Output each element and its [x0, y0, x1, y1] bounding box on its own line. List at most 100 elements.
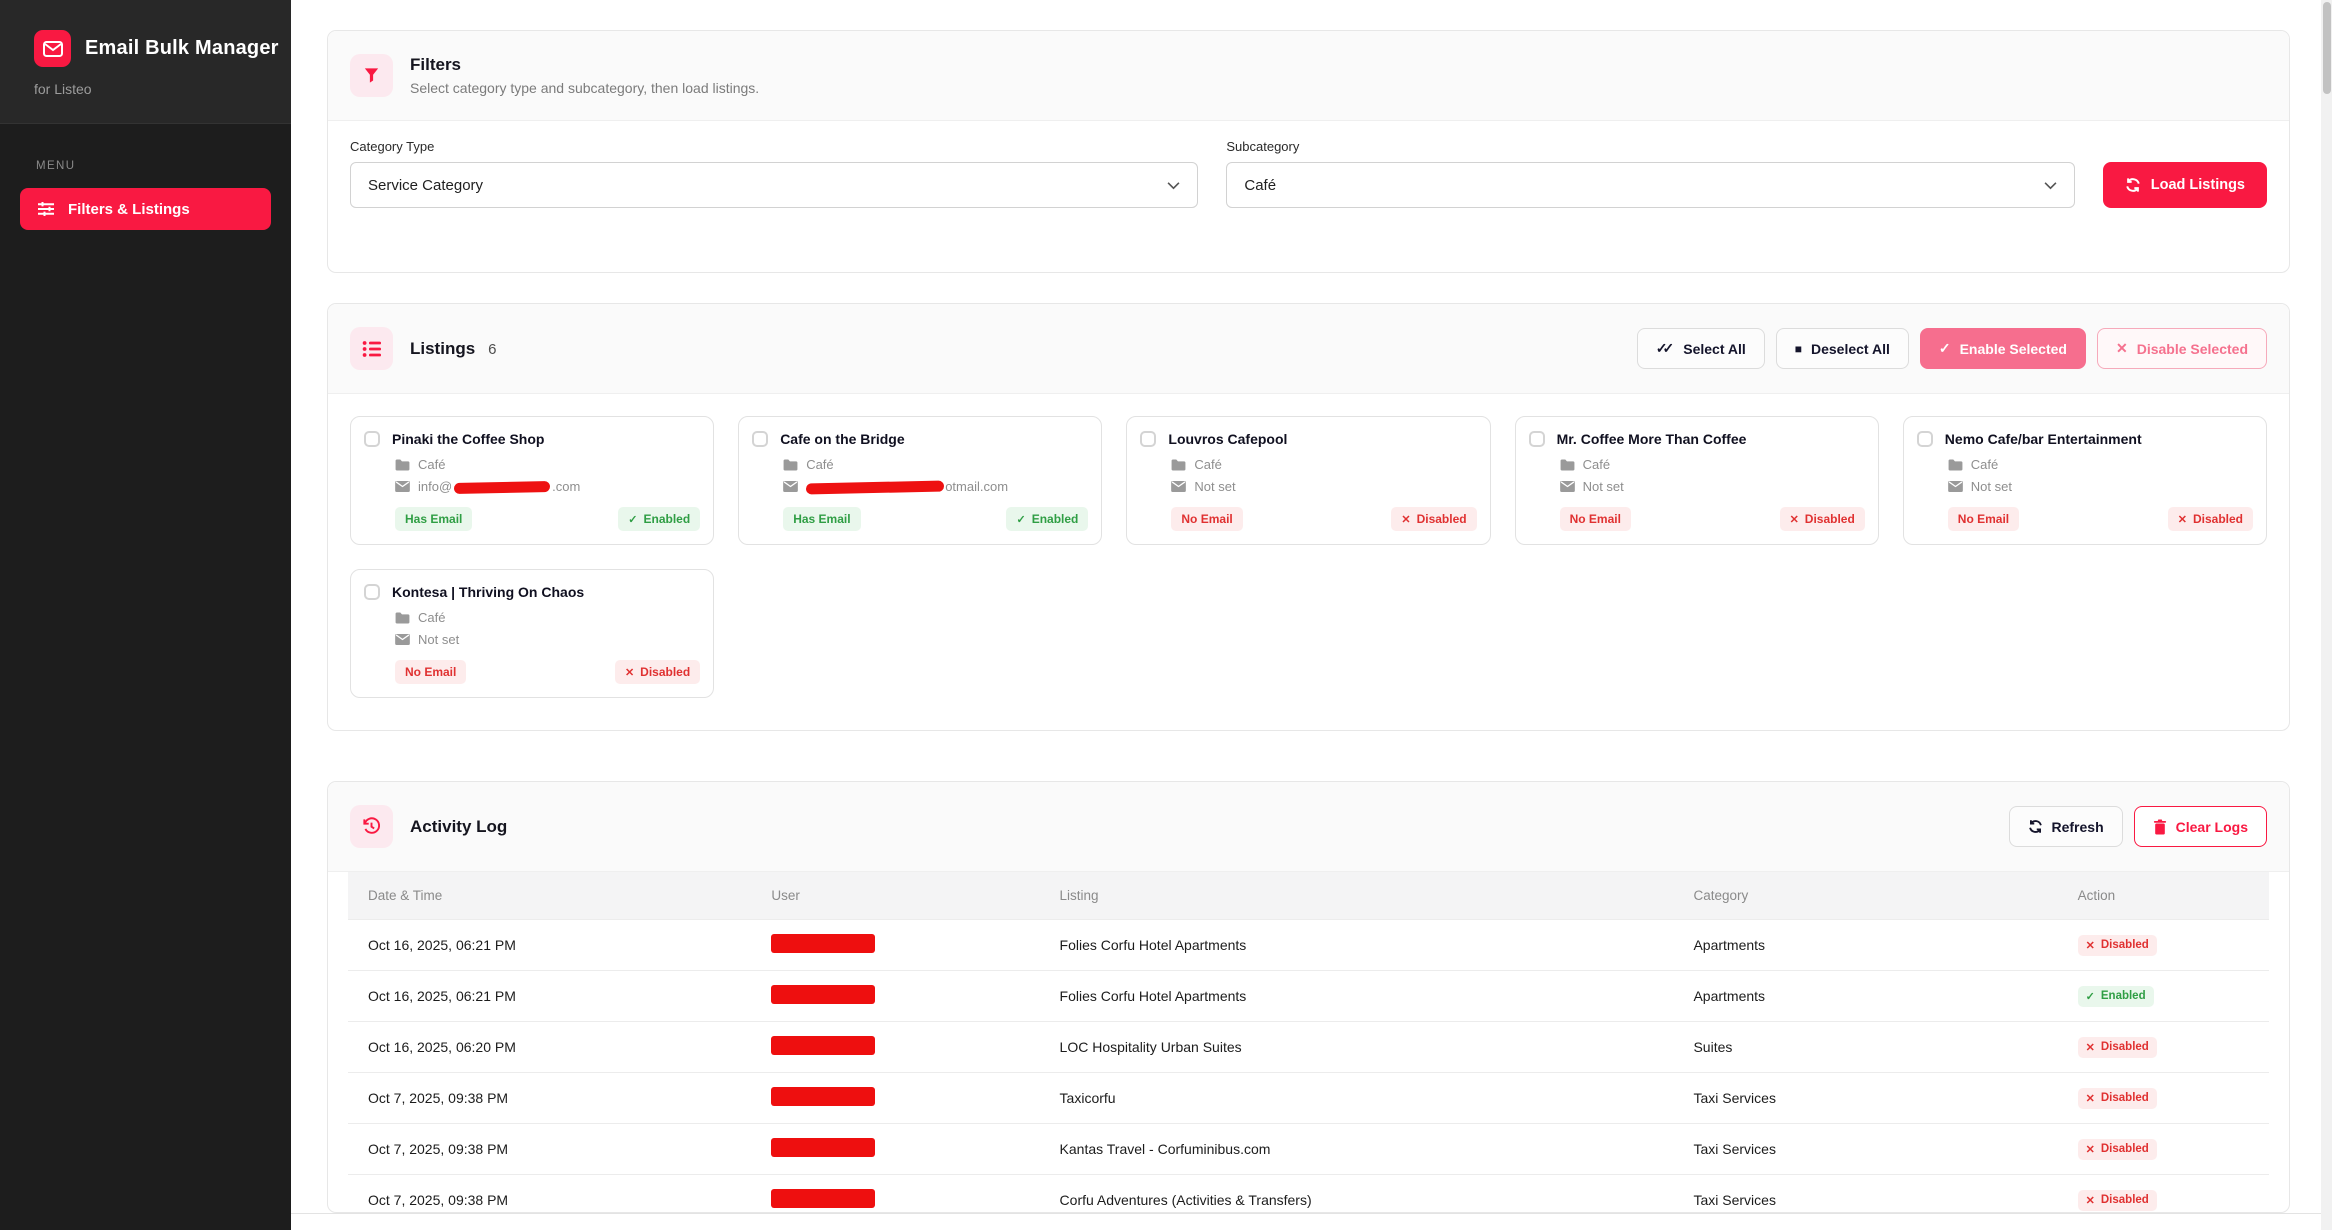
listings-title: Listings	[410, 339, 475, 359]
listing-checkbox[interactable]	[364, 584, 380, 600]
refresh-button[interactable]: Refresh	[2009, 806, 2123, 847]
action-badge: ✕Disabled	[2078, 1139, 2157, 1160]
disabled-status-badge: ✕Disabled	[2168, 507, 2253, 531]
chevron-down-icon	[1167, 181, 1180, 190]
listing-checkbox[interactable]	[364, 431, 380, 447]
envelope-icon	[1171, 481, 1186, 492]
listing-name: Kontesa | Thriving On Chaos	[392, 583, 584, 601]
table-row: Oct 16, 2025, 06:21 PM Folies Corfu Hote…	[348, 971, 2269, 1022]
app-logo	[34, 30, 71, 67]
category-type-value: Service Category	[368, 177, 483, 194]
x-icon: ✕	[2116, 340, 2128, 357]
check-icon: ✓	[628, 513, 637, 526]
email-status-badge: No Email	[1171, 507, 1242, 531]
email-status-badge: No Email	[1560, 507, 1631, 531]
x-icon: ✕	[2086, 939, 2095, 952]
listing-card: Mr. Coffee More Than Coffee Café Not set…	[1515, 416, 1879, 545]
log-listing: LOC Hospitality Urban Suites	[1040, 1022, 1674, 1073]
check-icon: ✓	[1016, 513, 1025, 526]
log-datetime: Oct 7, 2025, 09:38 PM	[348, 1073, 751, 1124]
log-listing: Folies Corfu Hotel Apartments	[1040, 971, 1674, 1022]
redacted-user	[771, 1087, 875, 1106]
email-status-badge: No Email	[1948, 507, 2019, 531]
square-icon: ■	[1795, 342, 1802, 356]
email-status-badge: Has Email	[395, 507, 472, 531]
redacted-user	[771, 934, 875, 953]
sidebar: Email Bulk Manager for Listeo MENU Filte…	[0, 0, 291, 1230]
folder-icon	[1948, 459, 1963, 471]
listing-email: Not set	[1583, 479, 1624, 494]
sliders-icon	[37, 201, 55, 217]
log-datetime: Oct 16, 2025, 06:21 PM	[348, 971, 751, 1022]
log-listing: Folies Corfu Hotel Apartments	[1040, 920, 1674, 971]
table-row: Oct 7, 2025, 09:38 PM Corfu Adventures (…	[348, 1175, 2269, 1214]
redacted-user	[771, 1189, 875, 1208]
vertical-scrollbar[interactable]	[2321, 0, 2332, 1230]
log-datetime: Oct 7, 2025, 09:38 PM	[348, 1124, 751, 1175]
listing-card: Pinaki the Coffee Shop Café info@.com Ha…	[350, 416, 714, 545]
clear-logs-button[interactable]: Clear Logs	[2134, 806, 2267, 847]
subcategory-select[interactable]: Café	[1226, 162, 2074, 208]
column-header-category: Category	[1673, 872, 2057, 920]
column-header-datetime: Date & Time	[348, 872, 751, 920]
action-badge: ✕Disabled	[2078, 1037, 2157, 1058]
listing-checkbox[interactable]	[752, 431, 768, 447]
log-category: Suites	[1673, 1022, 2057, 1073]
main-content: Filters Select category type and subcate…	[291, 0, 2332, 1213]
category-type-select[interactable]: Service Category	[350, 162, 1198, 208]
disabled-status-badge: ✕Disabled	[1780, 507, 1865, 531]
x-icon: ✕	[1790, 513, 1799, 526]
folder-icon	[395, 612, 410, 624]
listing-category: Café	[418, 610, 445, 625]
disable-selected-label: Disable Selected	[2137, 341, 2248, 357]
disabled-status-badge: ✕Disabled	[1391, 507, 1476, 531]
listing-name: Louvros Cafepool	[1168, 430, 1287, 448]
x-icon: ✕	[1401, 513, 1410, 526]
action-badge: ✓Enabled	[2078, 986, 2154, 1007]
sidebar-header: Email Bulk Manager for Listeo	[0, 0, 291, 124]
scrollbar-thumb[interactable]	[2323, 2, 2331, 94]
action-badge: ✕Disabled	[2078, 1088, 2157, 1109]
refresh-label: Refresh	[2052, 819, 2104, 835]
folder-icon	[1560, 459, 1575, 471]
deselect-all-button[interactable]: ■ Deselect All	[1776, 328, 1909, 369]
listing-name: Pinaki the Coffee Shop	[392, 430, 544, 448]
listings-count: 6	[488, 341, 496, 358]
listing-checkbox[interactable]	[1917, 431, 1933, 447]
enable-selected-button[interactable]: ✓ Enable Selected	[1920, 328, 2086, 369]
activity-log-section: Activity Log Refresh Clear Logs	[327, 781, 2290, 1213]
load-listings-label: Load Listings	[2151, 177, 2245, 193]
listing-cards-grid: Pinaki the Coffee Shop Café info@.com Ha…	[328, 394, 2289, 730]
log-listing: Kantas Travel - Corfuminibus.com	[1040, 1124, 1674, 1175]
subcategory-value: Café	[1244, 177, 1276, 194]
log-datetime: Oct 16, 2025, 06:21 PM	[348, 920, 751, 971]
redacted-user	[771, 985, 875, 1004]
list-icon	[350, 327, 393, 370]
listing-checkbox[interactable]	[1529, 431, 1545, 447]
check-icon: ✓	[2086, 990, 2095, 1003]
page-footer: This plugin is developed and maintained …	[291, 1213, 2332, 1230]
app-tagline: for Listeo	[34, 81, 257, 97]
table-row: Oct 7, 2025, 09:38 PM Kantas Travel - Co…	[348, 1124, 2269, 1175]
table-row: Oct 16, 2025, 06:21 PM Folies Corfu Hote…	[348, 920, 2269, 971]
envelope-icon	[395, 481, 410, 492]
listing-email: Not set	[1194, 479, 1235, 494]
x-icon: ✕	[2086, 1092, 2095, 1105]
x-icon: ✕	[625, 666, 634, 679]
refresh-icon	[2125, 177, 2141, 193]
select-all-button[interactable]: ✓✓ Select All	[1637, 328, 1765, 369]
enabled-status-badge: ✓Enabled	[1006, 507, 1088, 531]
select-all-label: Select All	[1683, 341, 1746, 357]
listing-name: Cafe on the Bridge	[780, 430, 904, 448]
sidebar-item-label: Filters & Listings	[68, 201, 190, 218]
redacted-user	[771, 1036, 875, 1055]
sidebar-item-filters-listings[interactable]: Filters & Listings	[20, 188, 271, 230]
load-listings-button[interactable]: Load Listings	[2103, 162, 2267, 208]
folder-icon	[783, 459, 798, 471]
listing-checkbox[interactable]	[1140, 431, 1156, 447]
email-status-badge: No Email	[395, 660, 466, 684]
log-category: Apartments	[1673, 971, 2057, 1022]
email-status-badge: Has Email	[783, 507, 860, 531]
disable-selected-button[interactable]: ✕ Disable Selected	[2097, 328, 2267, 369]
listing-category: Café	[1971, 457, 1998, 472]
